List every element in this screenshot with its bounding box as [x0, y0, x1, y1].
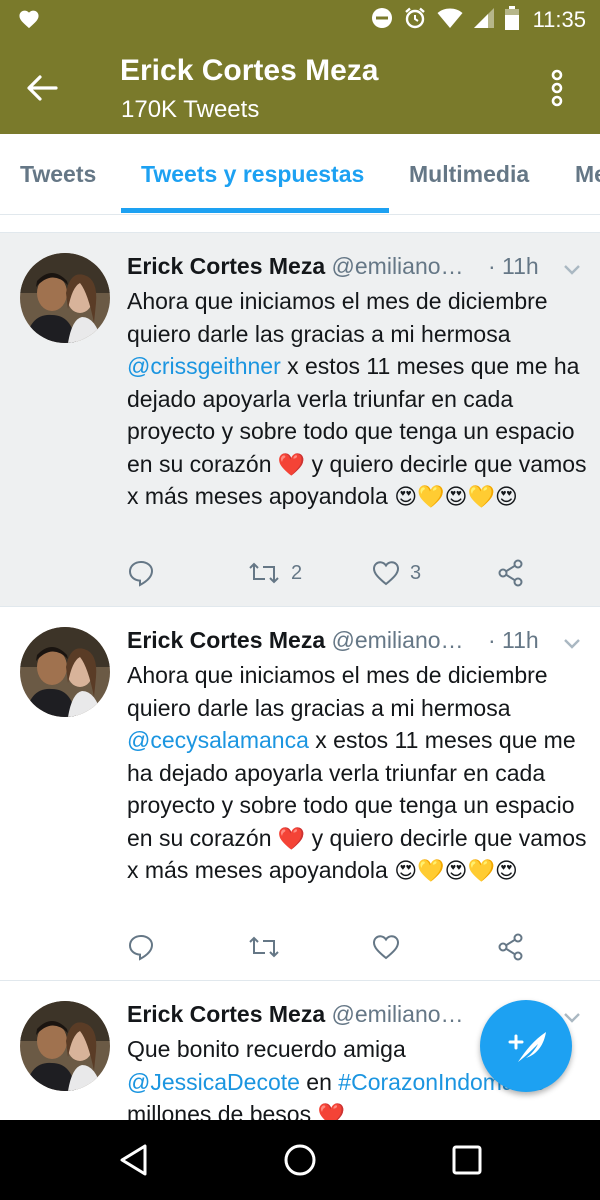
like-button[interactable] — [372, 929, 410, 965]
reply-button[interactable] — [127, 929, 155, 965]
share-button[interactable] — [497, 929, 525, 965]
tab-likes[interactable]: Me — [575, 134, 600, 214]
do-not-disturb-icon — [371, 7, 393, 34]
nav-home-button[interactable] — [280, 1140, 320, 1180]
heart-icon — [18, 9, 40, 34]
status-bar: 11:35 — [0, 0, 600, 40]
avatar[interactable] — [20, 627, 110, 717]
arrow-left-icon — [27, 75, 58, 101]
tweet-menu-button[interactable] — [562, 637, 582, 651]
tweet-menu-button[interactable] — [562, 263, 582, 277]
profile-tabs: Tweets Tweets y respuestas Multimedia Me — [0, 134, 600, 214]
retweet-button[interactable]: 2 — [247, 555, 302, 591]
battery-icon — [504, 5, 519, 35]
tweet-text: Ahora que iniciamos el mes de diciembre … — [127, 288, 587, 509]
tweet[interactable]: Erick Cortes Meza @emiliano… · 11h Ahora… — [0, 233, 600, 607]
tweet-actions — [127, 929, 547, 965]
compose-tweet-button[interactable] — [480, 1000, 572, 1092]
reply-icon — [128, 560, 154, 587]
retweet-button[interactable] — [247, 929, 291, 965]
profile-header: Erick Cortes Meza 170K Tweets — [0, 40, 600, 134]
share-icon — [498, 559, 523, 587]
nav-recents-button[interactable] — [447, 1140, 487, 1180]
triangle-back-icon — [120, 1144, 147, 1176]
author-handle[interactable]: @emiliano… — [332, 253, 464, 279]
retweet-count: 2 — [291, 561, 303, 584]
tweet-header: Erick Cortes Meza @emiliano… — [127, 627, 464, 659]
author-name[interactable]: Erick Cortes Meza — [127, 1001, 325, 1027]
status-time: 11:35 — [532, 7, 586, 32]
like-button[interactable]: 3 — [372, 555, 421, 591]
tab-media[interactable]: Multimedia — [409, 134, 529, 214]
tweet[interactable]: Erick Cortes Meza @emiliano… · 11h Ahora… — [0, 607, 600, 981]
tweet-text: Ahora que iniciamos el mes de diciembre … — [127, 662, 587, 883]
emoji-group: 😍💛😍💛😍 — [394, 484, 518, 509]
signal-icon — [473, 7, 495, 34]
heart-outline-icon — [372, 561, 400, 586]
share-icon — [498, 933, 523, 961]
avatar[interactable] — [20, 1001, 110, 1091]
heart-emoji: ❤️ — [277, 825, 306, 851]
reply-button[interactable] — [127, 555, 155, 591]
chevron-down-icon — [564, 639, 580, 649]
wifi-icon — [437, 7, 463, 34]
square-recents-icon — [452, 1145, 482, 1175]
circle-home-icon — [284, 1144, 316, 1176]
active-tab-indicator — [121, 208, 389, 213]
mention-link[interactable]: @cecysalamanca — [127, 727, 309, 753]
share-button[interactable] — [497, 555, 525, 591]
heart-emoji: ❤️ — [277, 451, 306, 477]
heart-emoji: ❤️ — [317, 1102, 345, 1121]
tweet-header: Erick Cortes Meza @emiliano… — [127, 1001, 464, 1033]
author-handle[interactable]: @emiliano… — [332, 1001, 464, 1027]
compose-feather-icon — [508, 1032, 546, 1062]
mention-link[interactable]: @JessicaDecote — [127, 1069, 300, 1095]
tweet-actions: 2 3 — [127, 555, 547, 591]
retweet-icon — [249, 936, 279, 958]
tab-tweets-and-replies[interactable]: Tweets y respuestas — [141, 134, 364, 214]
tweet-count: 170K Tweets — [121, 96, 260, 123]
retweet-icon — [249, 562, 279, 584]
tweet-time: · 11h — [488, 627, 539, 653]
overflow-menu-icon — [551, 69, 563, 107]
more-options-button[interactable] — [545, 68, 569, 108]
chevron-down-icon — [564, 265, 580, 275]
tabs-divider — [0, 214, 600, 215]
author-name[interactable]: Erick Cortes Meza — [127, 253, 325, 279]
back-button[interactable] — [22, 68, 62, 108]
author-handle[interactable]: @emiliano… — [332, 627, 464, 653]
emoji-group: 😍💛😍💛😍 — [394, 858, 518, 883]
mention-link[interactable]: @crissgeithner — [127, 353, 281, 379]
alarm-icon — [403, 6, 427, 35]
header-title: Erick Cortes Meza — [120, 54, 379, 87]
like-count: 3 — [410, 561, 422, 584]
tweet-time: · 11h — [488, 253, 539, 279]
nav-back-button[interactable] — [115, 1140, 155, 1180]
heart-outline-icon — [372, 935, 400, 960]
timeline[interactable]: Erick Cortes Meza @emiliano… · 11h Ahora… — [0, 232, 600, 1120]
author-name[interactable]: Erick Cortes Meza — [127, 627, 325, 653]
reply-icon — [128, 934, 154, 961]
navigation-bar — [0, 1120, 600, 1200]
avatar[interactable] — [20, 253, 110, 343]
tab-tweets[interactable]: Tweets — [20, 134, 96, 214]
tweet-header: Erick Cortes Meza @emiliano… — [127, 253, 464, 285]
